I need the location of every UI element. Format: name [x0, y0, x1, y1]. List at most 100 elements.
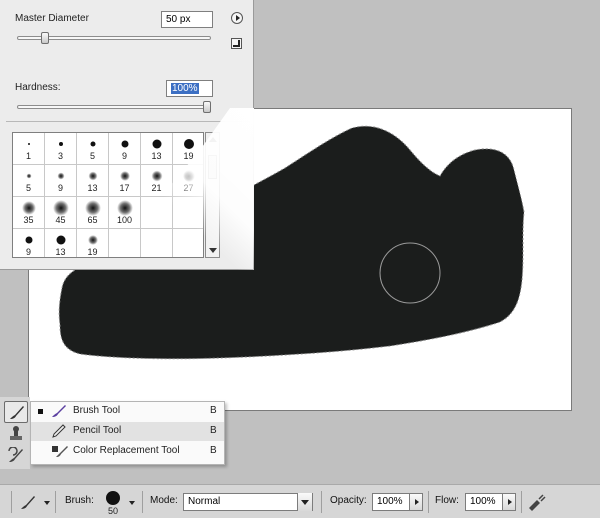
master-diameter-slider-thumb[interactable]	[41, 32, 50, 44]
brush-preset-cell[interactable]: 9	[13, 229, 45, 257]
brush-size-label: 13	[55, 247, 66, 257]
toolbox	[0, 397, 30, 469]
brush-preset-cell[interactable]: 65	[77, 197, 109, 229]
brush-tip-preview-icon	[26, 173, 31, 179]
brush-icon	[10, 406, 24, 419]
save-preset-icon[interactable]	[231, 38, 242, 49]
brush-tip-preview-icon	[119, 171, 130, 181]
mode-dropdown-icon[interactable]	[297, 493, 312, 511]
brush-preview-icon[interactable]	[106, 491, 120, 505]
brush-preset-cell[interactable]: 21	[141, 165, 173, 197]
menu-item-shortcut: B	[210, 425, 217, 436]
mode-select[interactable]: Normal	[183, 493, 313, 511]
brush-preset-cell[interactable]: 3	[45, 133, 77, 165]
brush-preset-cell[interactable]	[141, 197, 173, 229]
brush-preset-cell[interactable]: 13	[141, 133, 173, 165]
scroll-down-arrow-icon[interactable]	[209, 248, 217, 253]
opacity-slider-button[interactable]	[409, 493, 423, 511]
brush-tip-preview-icon	[87, 235, 98, 245]
brush-preset-cell[interactable]: 17	[109, 165, 141, 197]
brush-icon	[52, 405, 66, 417]
brush-tip-preview-icon	[116, 200, 133, 216]
brush-preset-cell[interactable]	[173, 229, 203, 257]
hardness-label: Hardness:	[15, 82, 61, 93]
brush-size-label: 5	[25, 183, 31, 193]
clone-stamp-tool-button[interactable]	[4, 423, 28, 445]
clone-stamp-icon	[10, 426, 22, 440]
brush-size-label: 45	[55, 215, 66, 225]
preset-scrollbar[interactable]	[205, 132, 220, 258]
hardness-input[interactable]: 100%	[166, 80, 213, 97]
menu-item-shortcut: B	[210, 405, 217, 416]
brush-label: Brush:	[65, 495, 94, 506]
brush-size-label: 21	[151, 183, 162, 193]
brush-tip-preview-icon	[25, 236, 32, 244]
options-divider	[321, 491, 322, 513]
menu-item-label: Pencil Tool	[73, 425, 122, 436]
brush-size-label: 3	[57, 151, 63, 161]
brush-picker-dropdown-icon[interactable]	[129, 501, 135, 505]
brush-preset-cell[interactable]: 100	[109, 197, 141, 229]
mode-value: Normal	[188, 496, 221, 507]
menu-item-brush-tool[interactable]: Brush Tool B	[31, 402, 224, 421]
history-brush-tool-button[interactable]	[4, 445, 28, 467]
master-diameter-input[interactable]: 50 px	[161, 11, 213, 28]
brush-preset-picker: Master Diameter 50 px Hardness: 100% 135…	[0, 0, 254, 270]
menu-item-color-replacement-tool[interactable]: Color Replacement Tool B	[31, 442, 224, 461]
options-divider	[142, 491, 143, 513]
brush-preset-cell[interactable]: 35	[13, 197, 45, 229]
brush-preset-cell[interactable]	[173, 197, 203, 229]
brush-preset-grid[interactable]: 1 3 5 9 13 19 5 9 13 17 21 27 35 45 65 100 9 13 19	[12, 132, 204, 258]
airbrush-icon[interactable]	[527, 493, 547, 511]
hardness-slider-thumb[interactable]	[203, 101, 211, 113]
brush-preset-cell[interactable]: 45	[45, 197, 77, 229]
brush-size-label: 5	[89, 151, 95, 161]
brush-preset-cell[interactable]: 9	[109, 133, 141, 165]
brush-preset-cell[interactable]: 19	[173, 133, 203, 165]
brush-tip-preview-icon	[84, 200, 101, 216]
menu-item-label: Brush Tool	[73, 405, 121, 416]
options-divider	[428, 491, 429, 513]
brush-preset-cell[interactable]: 1	[13, 133, 45, 165]
menu-item-shortcut: B	[210, 445, 217, 456]
master-diameter-label: Master Diameter	[15, 13, 89, 24]
tool-preset-brush-icon[interactable]	[18, 493, 38, 511]
brush-size-label: 17	[119, 183, 130, 193]
flow-label: Flow:	[435, 495, 459, 506]
opacity-input[interactable]: 100%	[372, 493, 410, 511]
brush-tip-preview-icon	[58, 142, 63, 146]
brush-preset-cell[interactable]: 9	[45, 165, 77, 197]
brush-tool-flyout-menu: Brush Tool B Pencil Tool B Color Replace…	[30, 401, 225, 465]
brush-preset-cell[interactable]: 13	[77, 165, 109, 197]
brush-preset-cell[interactable]: 13	[45, 229, 77, 257]
brush-size-label: 1	[25, 151, 31, 161]
brush-size-label: 35	[23, 215, 34, 225]
brush-preset-cell[interactable]: 27	[173, 165, 203, 197]
hardness-slider[interactable]	[17, 105, 211, 109]
brush-size-label: 13	[87, 183, 98, 193]
brush-tip-preview-icon	[27, 143, 30, 145]
scroll-thumb[interactable]	[208, 155, 217, 179]
brush-tip-preview-icon	[56, 235, 65, 245]
brush-preset-cell[interactable]	[109, 229, 141, 257]
picker-menu-icon[interactable]	[231, 12, 243, 24]
scroll-up-arrow-icon[interactable]	[209, 137, 217, 142]
brush-preset-cell[interactable]: 19	[77, 229, 109, 257]
brush-size-label: 100	[116, 215, 133, 225]
mode-label: Mode:	[150, 495, 178, 506]
brush-size-label: 9	[57, 183, 63, 193]
flow-input[interactable]: 100%	[465, 493, 503, 511]
menu-item-label: Color Replacement Tool	[73, 445, 180, 456]
brush-tip-preview-icon	[21, 201, 36, 215]
brush-tip-preview-icon	[151, 170, 162, 182]
brush-size-value: 50	[108, 506, 119, 516]
brush-tool-button[interactable]	[4, 401, 28, 423]
brush-size-label: 9	[121, 151, 127, 161]
selected-bullet-icon	[38, 409, 43, 414]
flow-slider-button[interactable]	[502, 493, 516, 511]
brush-preset-cell[interactable]: 5	[77, 133, 109, 165]
brush-preset-cell[interactable]	[141, 229, 173, 257]
brush-preset-cell[interactable]: 5	[13, 165, 45, 197]
menu-item-pencil-tool[interactable]: Pencil Tool B	[31, 422, 224, 441]
tool-preset-dropdown-icon[interactable]	[44, 501, 50, 505]
